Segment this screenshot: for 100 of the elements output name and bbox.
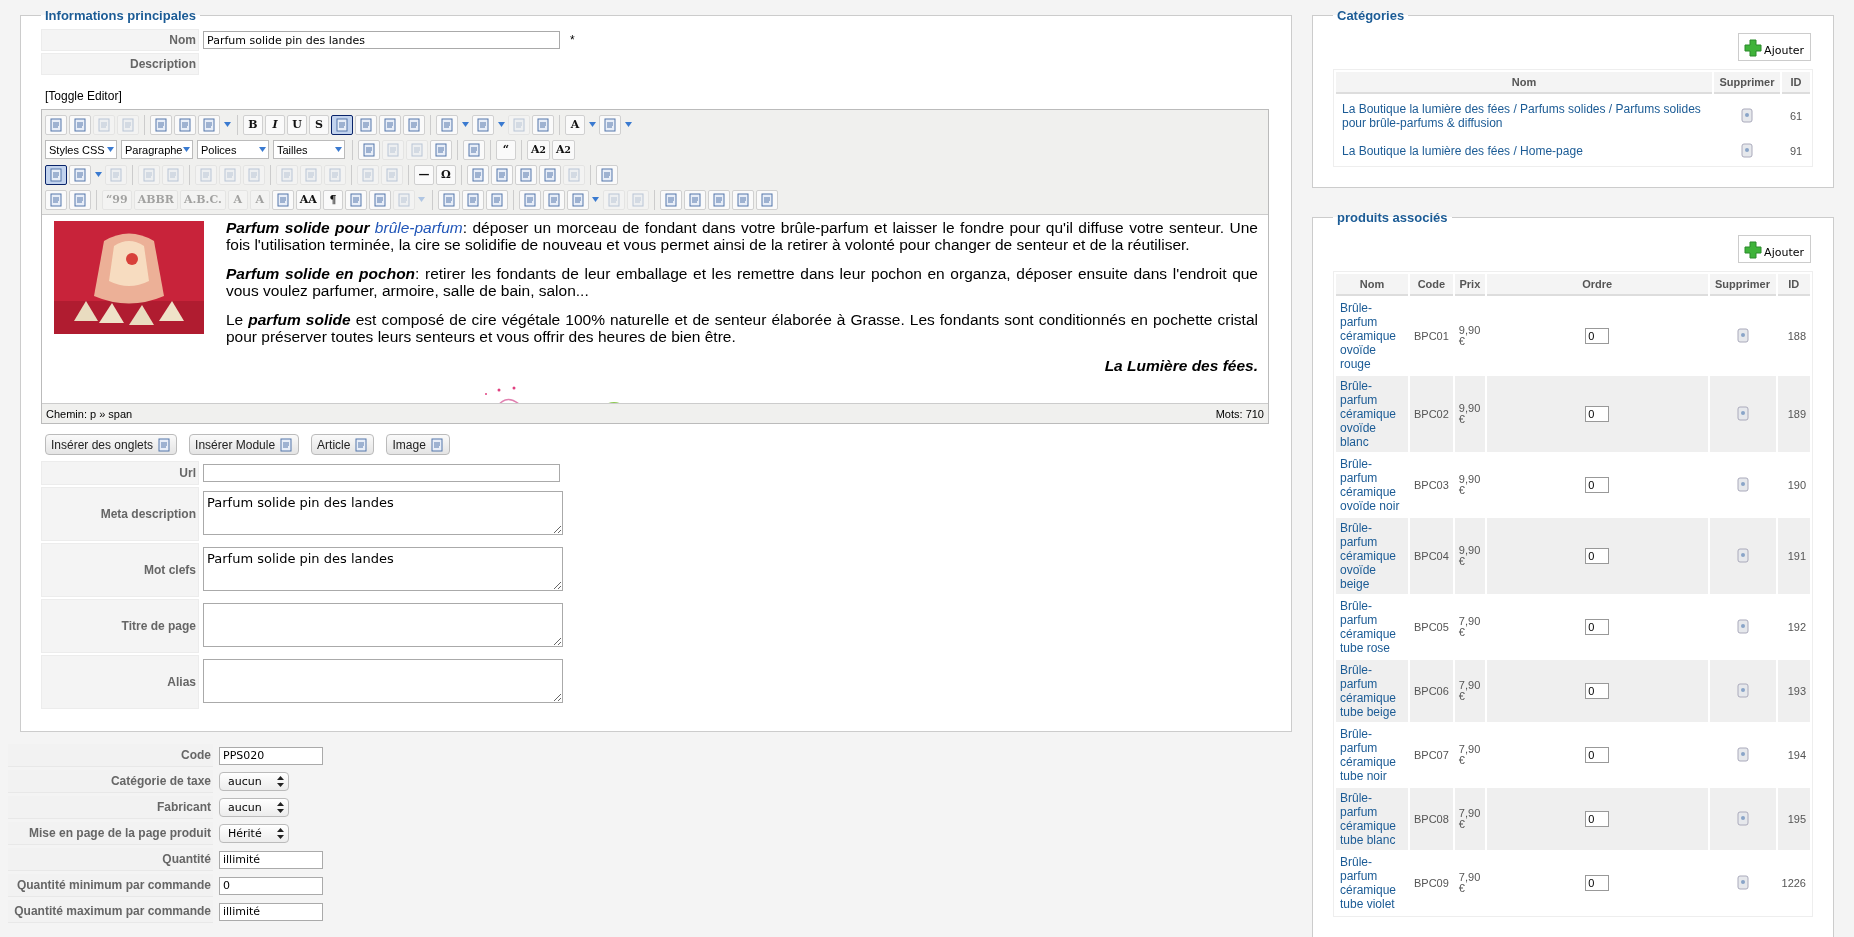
- text-field[interactable]: PPS020: [219, 746, 323, 765]
- page-icon: [512, 117, 526, 132]
- insert-button[interactable]: Image: [386, 434, 450, 455]
- page-icon: [142, 167, 156, 182]
- insert-button[interactable]: Article: [311, 434, 375, 455]
- trash-icon[interactable]: [1736, 682, 1749, 698]
- table-cell: 193: [1777, 660, 1810, 722]
- add-button[interactable]: Ajouter: [1738, 235, 1811, 263]
- paragraph: Parfum solide pour brûle-parfum: déposer un morceau de fondant dans votre brûle-parfum et laisser le fondre pour qu'il diffuse votre senteur. Une fois l'utilisation terminée, la cire se solidifie de nouveau et vous permet ainsi de la retirer à volonté pour changer de senteur et de la réutiliser.: [225, 219, 1258, 253]
- trash-icon[interactable]: [1736, 810, 1749, 826]
- caret-icon: [461, 122, 469, 127]
- page-icon: [687, 192, 702, 207]
- table-cell: 9,90 €: [1454, 518, 1485, 594]
- toolbar-button[interactable]: “: [496, 139, 516, 160]
- table-cell: BPC04: [1410, 518, 1453, 594]
- page-icon: [49, 192, 63, 207]
- toolbar-button[interactable]: B: [243, 114, 263, 135]
- page-icon: [385, 167, 399, 182]
- toolbar-button[interactable]: U: [287, 114, 307, 135]
- order-field[interactable]: 0: [1585, 747, 1610, 763]
- caret-icon: [223, 122, 231, 127]
- text-area[interactable]: Parfum solide pin des landes: [203, 491, 563, 535]
- page-icon: [440, 117, 454, 132]
- insert-button[interactable]: Insérer des onglets: [45, 434, 178, 455]
- column-header: Nom: [1336, 72, 1712, 94]
- page-icon: [663, 192, 678, 207]
- toolbar-button[interactable]: I: [265, 114, 285, 135]
- column-header: Code: [1410, 274, 1453, 296]
- order-field[interactable]: 0: [1585, 328, 1610, 344]
- field-label: Meta description: [41, 487, 199, 541]
- toolbar-button[interactable]: [45, 164, 67, 185]
- trash-icon[interactable]: [1741, 107, 1753, 123]
- order-field[interactable]: 0: [1585, 548, 1610, 564]
- style-select[interactable]: Styles CSS: [45, 140, 117, 159]
- url-field[interactable]: [203, 464, 560, 482]
- updown-icon: [277, 776, 284, 787]
- toolbar-button[interactable]: Ω: [436, 164, 456, 185]
- toolbar-button[interactable]: AA: [295, 189, 321, 210]
- trash-icon[interactable]: [1736, 746, 1749, 762]
- page-icon: [202, 117, 216, 132]
- select-field[interactable]: aucun: [219, 772, 289, 791]
- product-link[interactable]: Brûle-parfum céramique tube noir: [1340, 727, 1404, 783]
- text-area[interactable]: Parfum solide pin des landes: [203, 547, 563, 591]
- select-field[interactable]: aucun: [219, 798, 289, 817]
- section-title: Catégories: [1336, 8, 1406, 23]
- toggle-editor-link[interactable]: [Toggle Editor]: [45, 89, 1271, 103]
- text-field[interactable]: illimité: [219, 850, 323, 869]
- caret-icon: [592, 197, 600, 202]
- table-cell: 9,90 €: [1454, 376, 1485, 452]
- page-icon: [354, 437, 369, 452]
- page-icon: [386, 142, 400, 157]
- style-select[interactable]: Polices: [197, 140, 269, 159]
- page-icon: [410, 142, 424, 157]
- column-header: ID: [1777, 274, 1810, 296]
- text-area[interactable]: [203, 603, 563, 647]
- text-field[interactable]: illimité: [219, 902, 323, 921]
- product-link[interactable]: Brûle-parfum céramique tube violet: [1340, 855, 1404, 911]
- category-link[interactable]: La Boutique la lumière des fées / Home-page: [1342, 144, 1706, 158]
- order-field[interactable]: 0: [1585, 811, 1610, 827]
- signature-text: La Lumière des fées.: [1103, 357, 1258, 374]
- order-field[interactable]: 0: [1585, 477, 1610, 493]
- toolbar-button[interactable]: ¶: [322, 189, 343, 210]
- order-field[interactable]: 0: [1585, 683, 1610, 699]
- trash-icon[interactable]: [1736, 476, 1749, 492]
- toolbar-button[interactable]: S: [309, 114, 329, 135]
- page-icon: [522, 192, 537, 207]
- section-title: Informations principales: [44, 8, 197, 23]
- rich-text-editor[interactable]: [41, 109, 1269, 424]
- style-select[interactable]: Tailles: [273, 140, 345, 159]
- page-icon: [304, 167, 318, 182]
- name-field[interactable]: Parfum solide pin des landes: [203, 31, 560, 49]
- toolbar-button[interactable]: A: [565, 114, 585, 135]
- trash-icon[interactable]: [1736, 618, 1749, 634]
- trash-icon[interactable]: [1736, 874, 1749, 890]
- toolbar-button[interactable]: —: [414, 164, 434, 185]
- style-select[interactable]: Paragraphe: [121, 140, 193, 159]
- insert-button[interactable]: Insérer Module: [189, 434, 300, 455]
- page-icon: [178, 117, 192, 132]
- product-link[interactable]: Brûle-parfum céramique tube rose: [1340, 599, 1404, 655]
- page-icon: [348, 192, 363, 207]
- add-button[interactable]: Ajouter: [1738, 33, 1811, 61]
- page-icon: [383, 117, 397, 132]
- trash-icon[interactable]: [1741, 142, 1753, 158]
- product-link[interactable]: Brûle-parfum céramique ovoïde noir: [1340, 457, 1404, 513]
- select-field[interactable]: Hérité: [219, 824, 289, 843]
- table-cell: 7,90 €: [1454, 660, 1485, 722]
- order-field[interactable]: 0: [1585, 406, 1610, 422]
- order-field[interactable]: 0: [1585, 619, 1610, 635]
- column-header: Supprimer: [1709, 274, 1776, 296]
- page-icon: [735, 192, 750, 207]
- trash-icon[interactable]: [1736, 547, 1749, 563]
- toolbar-button[interactable]: [331, 114, 353, 135]
- product-link[interactable]: Brûle-parfum céramique ovoïde rouge: [1340, 301, 1404, 371]
- category-link[interactable]: La Boutique la lumière des fées / Parfums solides / Parfums solides pour brûle-parfums & diffusion: [1342, 102, 1706, 130]
- text-area[interactable]: [203, 659, 563, 703]
- text-field[interactable]: 0: [219, 876, 323, 895]
- page-icon: [362, 142, 376, 157]
- order-field[interactable]: 0: [1585, 875, 1610, 891]
- trash-icon[interactable]: [1736, 327, 1749, 343]
- trash-icon[interactable]: [1736, 405, 1749, 421]
